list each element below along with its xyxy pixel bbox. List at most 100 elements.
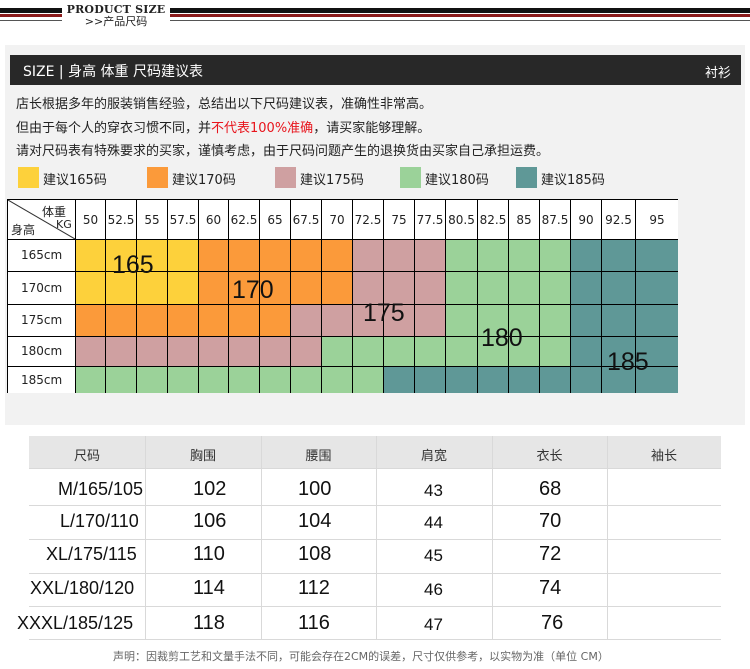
size-cell <box>229 240 259 271</box>
size-cell <box>540 337 570 366</box>
size-cell <box>199 240 228 271</box>
weight-value: 75 <box>391 213 407 227</box>
size-cell <box>540 305 570 336</box>
legend-swatch <box>147 167 168 188</box>
size-cell <box>509 272 539 304</box>
weight-header-cell: 85 <box>509 200 539 239</box>
size-cell <box>636 240 678 271</box>
row-divider <box>29 505 721 506</box>
product-size-heading: PRODUCT SIZE >>产品尺码 <box>62 4 170 29</box>
size-cell <box>540 367 570 393</box>
legend-label: 建议185码 <box>541 173 605 188</box>
size-cell <box>446 240 477 271</box>
size-cell <box>137 367 167 393</box>
size-cell <box>384 337 414 366</box>
zone-size-label: 165 <box>112 251 154 279</box>
measurement-length: 68 <box>539 478 562 500</box>
size-cell <box>168 240 198 271</box>
legend-label: 建议165码 <box>43 173 107 188</box>
measurement-length: 70 <box>539 510 562 532</box>
grid-corner: 体重 KG 身高 <box>8 200 75 239</box>
zone-size-label: 180 <box>481 324 523 352</box>
size-cell <box>353 367 383 393</box>
size-cell <box>322 240 352 271</box>
size-cell <box>353 337 383 366</box>
height-value: 175cm <box>21 313 63 327</box>
size-cell <box>199 272 228 304</box>
weight-value: 62.5 <box>230 213 258 227</box>
weight-value: 70 <box>329 213 345 227</box>
weight-header-cell: 55 <box>137 200 167 239</box>
column-header: 袖长 <box>650 449 677 464</box>
intro-warning: 不代表100%准确 <box>211 121 314 136</box>
measurement-chest: 118 <box>193 612 225 634</box>
weight-value: 95 <box>649 213 665 227</box>
size-cell <box>446 305 477 336</box>
measurement-waist: 100 <box>298 478 332 500</box>
weight-header-cell: 60 <box>199 200 228 239</box>
intro-line-2-b: ，请买家能够理解。 <box>313 121 431 136</box>
zone-size-label: 175 <box>363 299 405 327</box>
column-divider <box>145 436 146 639</box>
size-cell <box>76 272 105 304</box>
size-code: L/170/110 <box>60 511 139 531</box>
measurement-length: 74 <box>539 577 562 599</box>
column-header: 衣长 <box>536 449 563 464</box>
size-cell <box>168 305 198 336</box>
height-value: 185cm <box>21 372 63 387</box>
measurement-waist: 108 <box>298 543 332 565</box>
table-header: 尺码 胸围 腰围 肩宽 衣长 袖长 <box>29 436 721 468</box>
size-cell <box>478 240 508 271</box>
size-cell <box>602 305 635 336</box>
weight-value: 72.5 <box>354 213 382 227</box>
row-divider <box>29 639 721 640</box>
size-cell <box>446 367 477 393</box>
weight-value: 92.5 <box>605 213 632 227</box>
weight-header-cell: 62.5 <box>229 200 259 239</box>
row-divider <box>29 539 721 540</box>
measurement-chest: 106 <box>193 510 227 532</box>
weight-header-cell: 52.5 <box>106 200 136 239</box>
measurement-waist: 112 <box>298 577 330 599</box>
size-cell <box>106 337 136 366</box>
size-cell <box>415 305 445 336</box>
size-code: XXL/180/120 <box>30 578 135 598</box>
weight-value: 82.5 <box>479 213 507 227</box>
size-cell <box>446 272 477 304</box>
legend-label: 建议175码 <box>300 173 364 188</box>
size-cell <box>602 272 635 304</box>
column-header: 腰围 <box>305 449 332 464</box>
size-cell <box>571 240 601 271</box>
size-cell <box>322 367 352 393</box>
legend-swatch <box>275 167 296 188</box>
size-cell <box>168 337 198 366</box>
size-cell <box>291 305 321 336</box>
weight-header-cell: 50 <box>76 200 105 239</box>
size-code: XXXL/185/125 <box>17 613 134 633</box>
size-cell <box>76 337 105 366</box>
size-cell <box>602 240 635 271</box>
size-cell <box>540 240 570 271</box>
corner-unit-label: KG <box>56 218 72 231</box>
size-cell <box>76 305 105 336</box>
weight-header-cell: 67.5 <box>291 200 321 239</box>
weight-header-cell: 90 <box>571 200 601 239</box>
size-cell <box>571 337 601 366</box>
measurement-shoulder: 44 <box>424 513 443 532</box>
weight-header-cell: 57.5 <box>168 200 198 239</box>
size-cell <box>291 337 321 366</box>
size-cell <box>384 240 414 271</box>
measurement-waist: 104 <box>298 510 332 532</box>
size-cell <box>291 240 321 271</box>
weight-header-cell: 70 <box>322 200 352 239</box>
intro-line-1: 店长根据多年的服装销售经验，总结出以下尺码建议表，准确性非常高。 <box>16 97 433 112</box>
size-cell <box>137 305 167 336</box>
measurement-length: 72 <box>539 543 562 565</box>
height-value: 165cm <box>21 248 63 262</box>
title-bar-text: SIZE | 身高 体重 尺码建议表 <box>23 64 203 80</box>
legend-swatch <box>516 167 537 188</box>
height-header-cell: 175cm <box>8 305 75 336</box>
size-cell <box>478 272 508 304</box>
title-bar-category: 衬衫 <box>704 66 731 81</box>
height-value: 180cm <box>21 344 63 358</box>
